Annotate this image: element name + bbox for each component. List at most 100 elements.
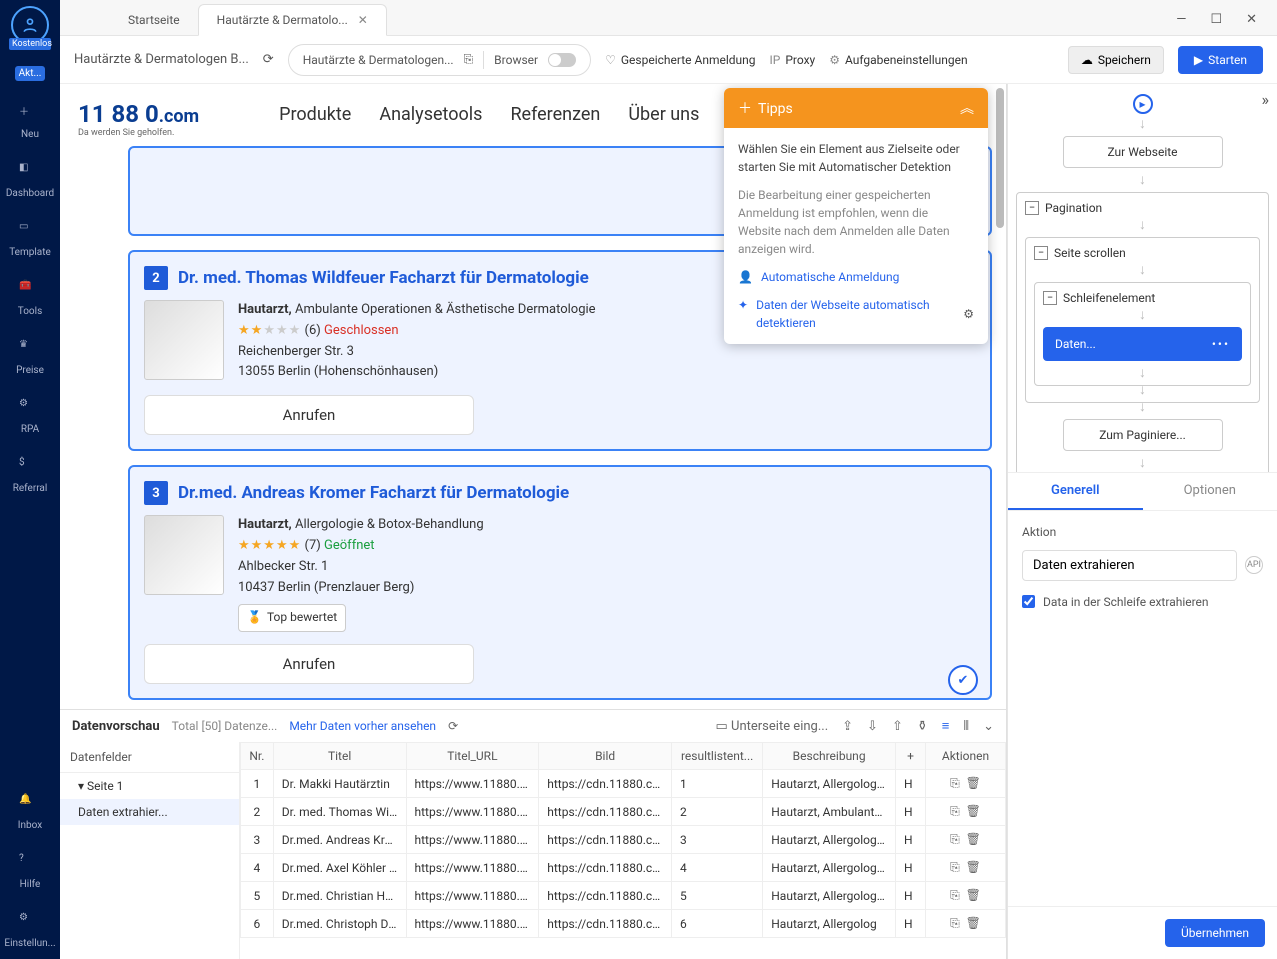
tree-page[interactable]: ▾ Seite 1 — [60, 773, 239, 799]
delete-row-icon[interactable]: 🗑 — [966, 888, 981, 902]
node-scroll[interactable]: −Seite scrollen ↓ −Schleifenelement ↓ Da… — [1025, 237, 1260, 403]
column-header[interactable]: Beschreibung — [763, 743, 896, 770]
call-button[interactable]: Anrufen — [144, 395, 474, 435]
column-header[interactable]: Aktionen — [926, 743, 1006, 770]
saved-login[interactable]: ♡Gespeicherte Anmeldung — [605, 53, 755, 67]
node-paginate[interactable]: Zum Paginiere... — [1063, 419, 1223, 451]
delete-row-icon[interactable]: 🗑 — [966, 860, 981, 874]
column-header[interactable]: Titel — [273, 743, 406, 770]
tab-home[interactable]: Startseite — [110, 5, 198, 35]
refresh-icon[interactable]: ⟳ — [448, 719, 458, 733]
node-loop[interactable]: −Schleifenelement ↓ Daten...••• ↓ — [1034, 282, 1251, 386]
edit-row-icon[interactable]: ⎘ — [950, 888, 960, 902]
edit-row-icon[interactable]: ⎘ — [950, 860, 960, 874]
more-data-link[interactable]: Mehr Daten vorher ansehen — [289, 719, 436, 733]
subpage-input[interactable]: ▭ Unterseite eing... — [716, 719, 829, 734]
download-icon[interactable]: ⇩ — [867, 719, 878, 734]
result-title[interactable]: Dr. med. Thomas Wildfeuer Facharzt für D… — [178, 268, 589, 288]
table-row[interactable]: 1Dr. Makki Hautärztinhttps://www.11880.c… — [241, 770, 1006, 798]
view-list-icon[interactable]: ≡ — [942, 718, 950, 734]
nav-settings[interactable]: ⚙Einstellun... — [4, 912, 55, 949]
minimize-icon[interactable]: — — [1176, 12, 1186, 27]
start-button[interactable]: ▶Starten — [1178, 46, 1263, 74]
node-goto-site[interactable]: Zur Webseite — [1063, 136, 1223, 168]
auto-login-link[interactable]: 👤Automatische Anmeldung — [738, 268, 974, 286]
column-header[interactable]: Bild — [539, 743, 672, 770]
add-column-icon[interactable]: + — [907, 749, 914, 763]
collapse-icon[interactable]: ︽ — [960, 98, 974, 118]
edit-row-icon[interactable]: ⎘ — [950, 804, 960, 818]
collapse-panel-icon[interactable]: ⌄ — [983, 719, 994, 734]
column-header[interactable]: Nr. — [241, 743, 274, 770]
update-badge[interactable]: Akt... — [15, 66, 46, 81]
api-icon[interactable]: API — [1245, 556, 1263, 574]
delete-row-icon[interactable]: 🗑 — [966, 916, 981, 930]
result-image[interactable] — [144, 300, 224, 380]
delete-row-icon[interactable]: 🗑 — [966, 832, 981, 846]
task-settings[interactable]: ⚙Aufgabeneinstellungen — [829, 53, 967, 67]
nav-dashboard[interactable]: ◧Dashboard — [6, 162, 54, 199]
nav-price[interactable]: ♛Preise — [16, 339, 44, 376]
delete-row-icon[interactable]: 🗑 — [966, 776, 981, 790]
more-icon[interactable]: ••• — [1212, 337, 1230, 351]
action-input[interactable] — [1022, 550, 1237, 581]
tab-options[interactable]: Optionen — [1143, 473, 1277, 510]
nav-referral[interactable]: $Referral — [13, 457, 48, 494]
nav-template[interactable]: ▭Template — [9, 221, 51, 258]
column-header[interactable]: resultlistent... — [672, 743, 763, 770]
view-grid-icon[interactable]: ⦀ — [963, 719, 969, 734]
export-icon[interactable]: ⇪ — [842, 719, 853, 734]
verify-badge-icon[interactable]: ✔ — [948, 665, 978, 695]
call-button[interactable]: Anrufen — [144, 644, 474, 684]
table-row[interactable]: 6Dr.med. Christoph Di...https://www.1188… — [241, 910, 1006, 938]
nav-inbox[interactable]: 🔔Inbox — [18, 794, 42, 831]
site-logo[interactable]: 11 88 0.com Da werden Sie geholfen. — [78, 100, 199, 128]
table-row[interactable]: 2Dr. med. Thomas Wil...https://www.11880… — [241, 798, 1006, 826]
browser-toggle[interactable] — [548, 53, 576, 67]
play-workflow-icon[interactable]: ▸ — [1133, 94, 1153, 114]
data-grid[interactable]: Nr.TitelTitel_URLBildresultlistent...Bes… — [240, 742, 1006, 959]
award-icon: 🏅 — [247, 608, 262, 627]
apply-button[interactable]: Übernehmen — [1165, 919, 1265, 947]
gear-icon[interactable]: ⚙ — [963, 305, 974, 323]
node-pagination[interactable]: −Pagination ↓ −Seite scrollen ↓ −Schleif… — [1016, 192, 1269, 472]
maximize-icon[interactable]: ☐ — [1210, 12, 1222, 27]
column-header[interactable]: Titel_URL — [406, 743, 539, 770]
table-row[interactable]: 3Dr.med. Andreas Kro...https://www.11880… — [241, 826, 1006, 854]
scrollbar[interactable] — [996, 88, 1004, 228]
close-window-icon[interactable]: ✕ — [1246, 12, 1257, 27]
close-icon[interactable]: ✕ — [358, 13, 368, 27]
nav-ueberuns[interactable]: Über uns — [628, 104, 699, 125]
edit-row-icon[interactable]: ⎘ — [950, 916, 960, 930]
table-row[interactable]: 4Dr.med. Axel Köhler ...https://www.1188… — [241, 854, 1006, 882]
tab-general[interactable]: Generell — [1008, 473, 1143, 510]
save-button[interactable]: ☁Speichern — [1068, 46, 1164, 74]
auto-detect-link[interactable]: ✦Daten der Webseite automatisch detektie… — [738, 296, 974, 332]
nav-new[interactable]: ＋Neu — [19, 103, 41, 140]
copy-icon[interactable]: ⎘ — [464, 52, 474, 67]
nav-help[interactable]: ?Hilfe — [19, 853, 41, 890]
upload-icon[interactable]: ⇧ — [892, 719, 903, 734]
tab-task[interactable]: Hautärzte & Dermatolo...✕ — [198, 4, 387, 36]
nav-referenzen[interactable]: Referenzen — [510, 104, 600, 125]
column-header[interactable]: + — [896, 743, 926, 770]
loop-checkbox[interactable] — [1022, 595, 1035, 608]
table-row[interactable]: 5Dr.med. Christian Ho...https://www.1188… — [241, 882, 1006, 910]
delete-row-icon[interactable]: 🗑 — [966, 804, 981, 818]
result-title[interactable]: Dr.med. Andreas Kromer Facharzt für Derm… — [178, 483, 569, 503]
reload-icon[interactable]: ⟳ — [263, 52, 274, 67]
proxy-button[interactable]: IPProxy — [770, 53, 816, 67]
filter-icon[interactable]: ⚱ — [917, 719, 928, 734]
nav-produkte[interactable]: Produkte — [279, 104, 351, 125]
node-extract-data[interactable]: Daten...••• — [1043, 327, 1242, 361]
result-card[interactable]: 3 Dr.med. Andreas Kromer Facharzt für De… — [128, 465, 992, 699]
mode-pill[interactable]: Hautärzte & Dermatologen... ⎘ Browser — [288, 44, 591, 76]
nav-analysetools[interactable]: Analysetools — [379, 104, 482, 125]
edit-row-icon[interactable]: ⎘ — [950, 832, 960, 846]
nav-tools[interactable]: 🧰Tools — [18, 280, 42, 317]
nav-rpa[interactable]: ⚙RPA — [19, 398, 41, 435]
tree-extract[interactable]: Daten extrahier... — [60, 799, 239, 825]
expand-icon[interactable]: » — [1262, 90, 1270, 109]
result-image[interactable] — [144, 515, 224, 595]
edit-row-icon[interactable]: ⎘ — [950, 776, 960, 790]
